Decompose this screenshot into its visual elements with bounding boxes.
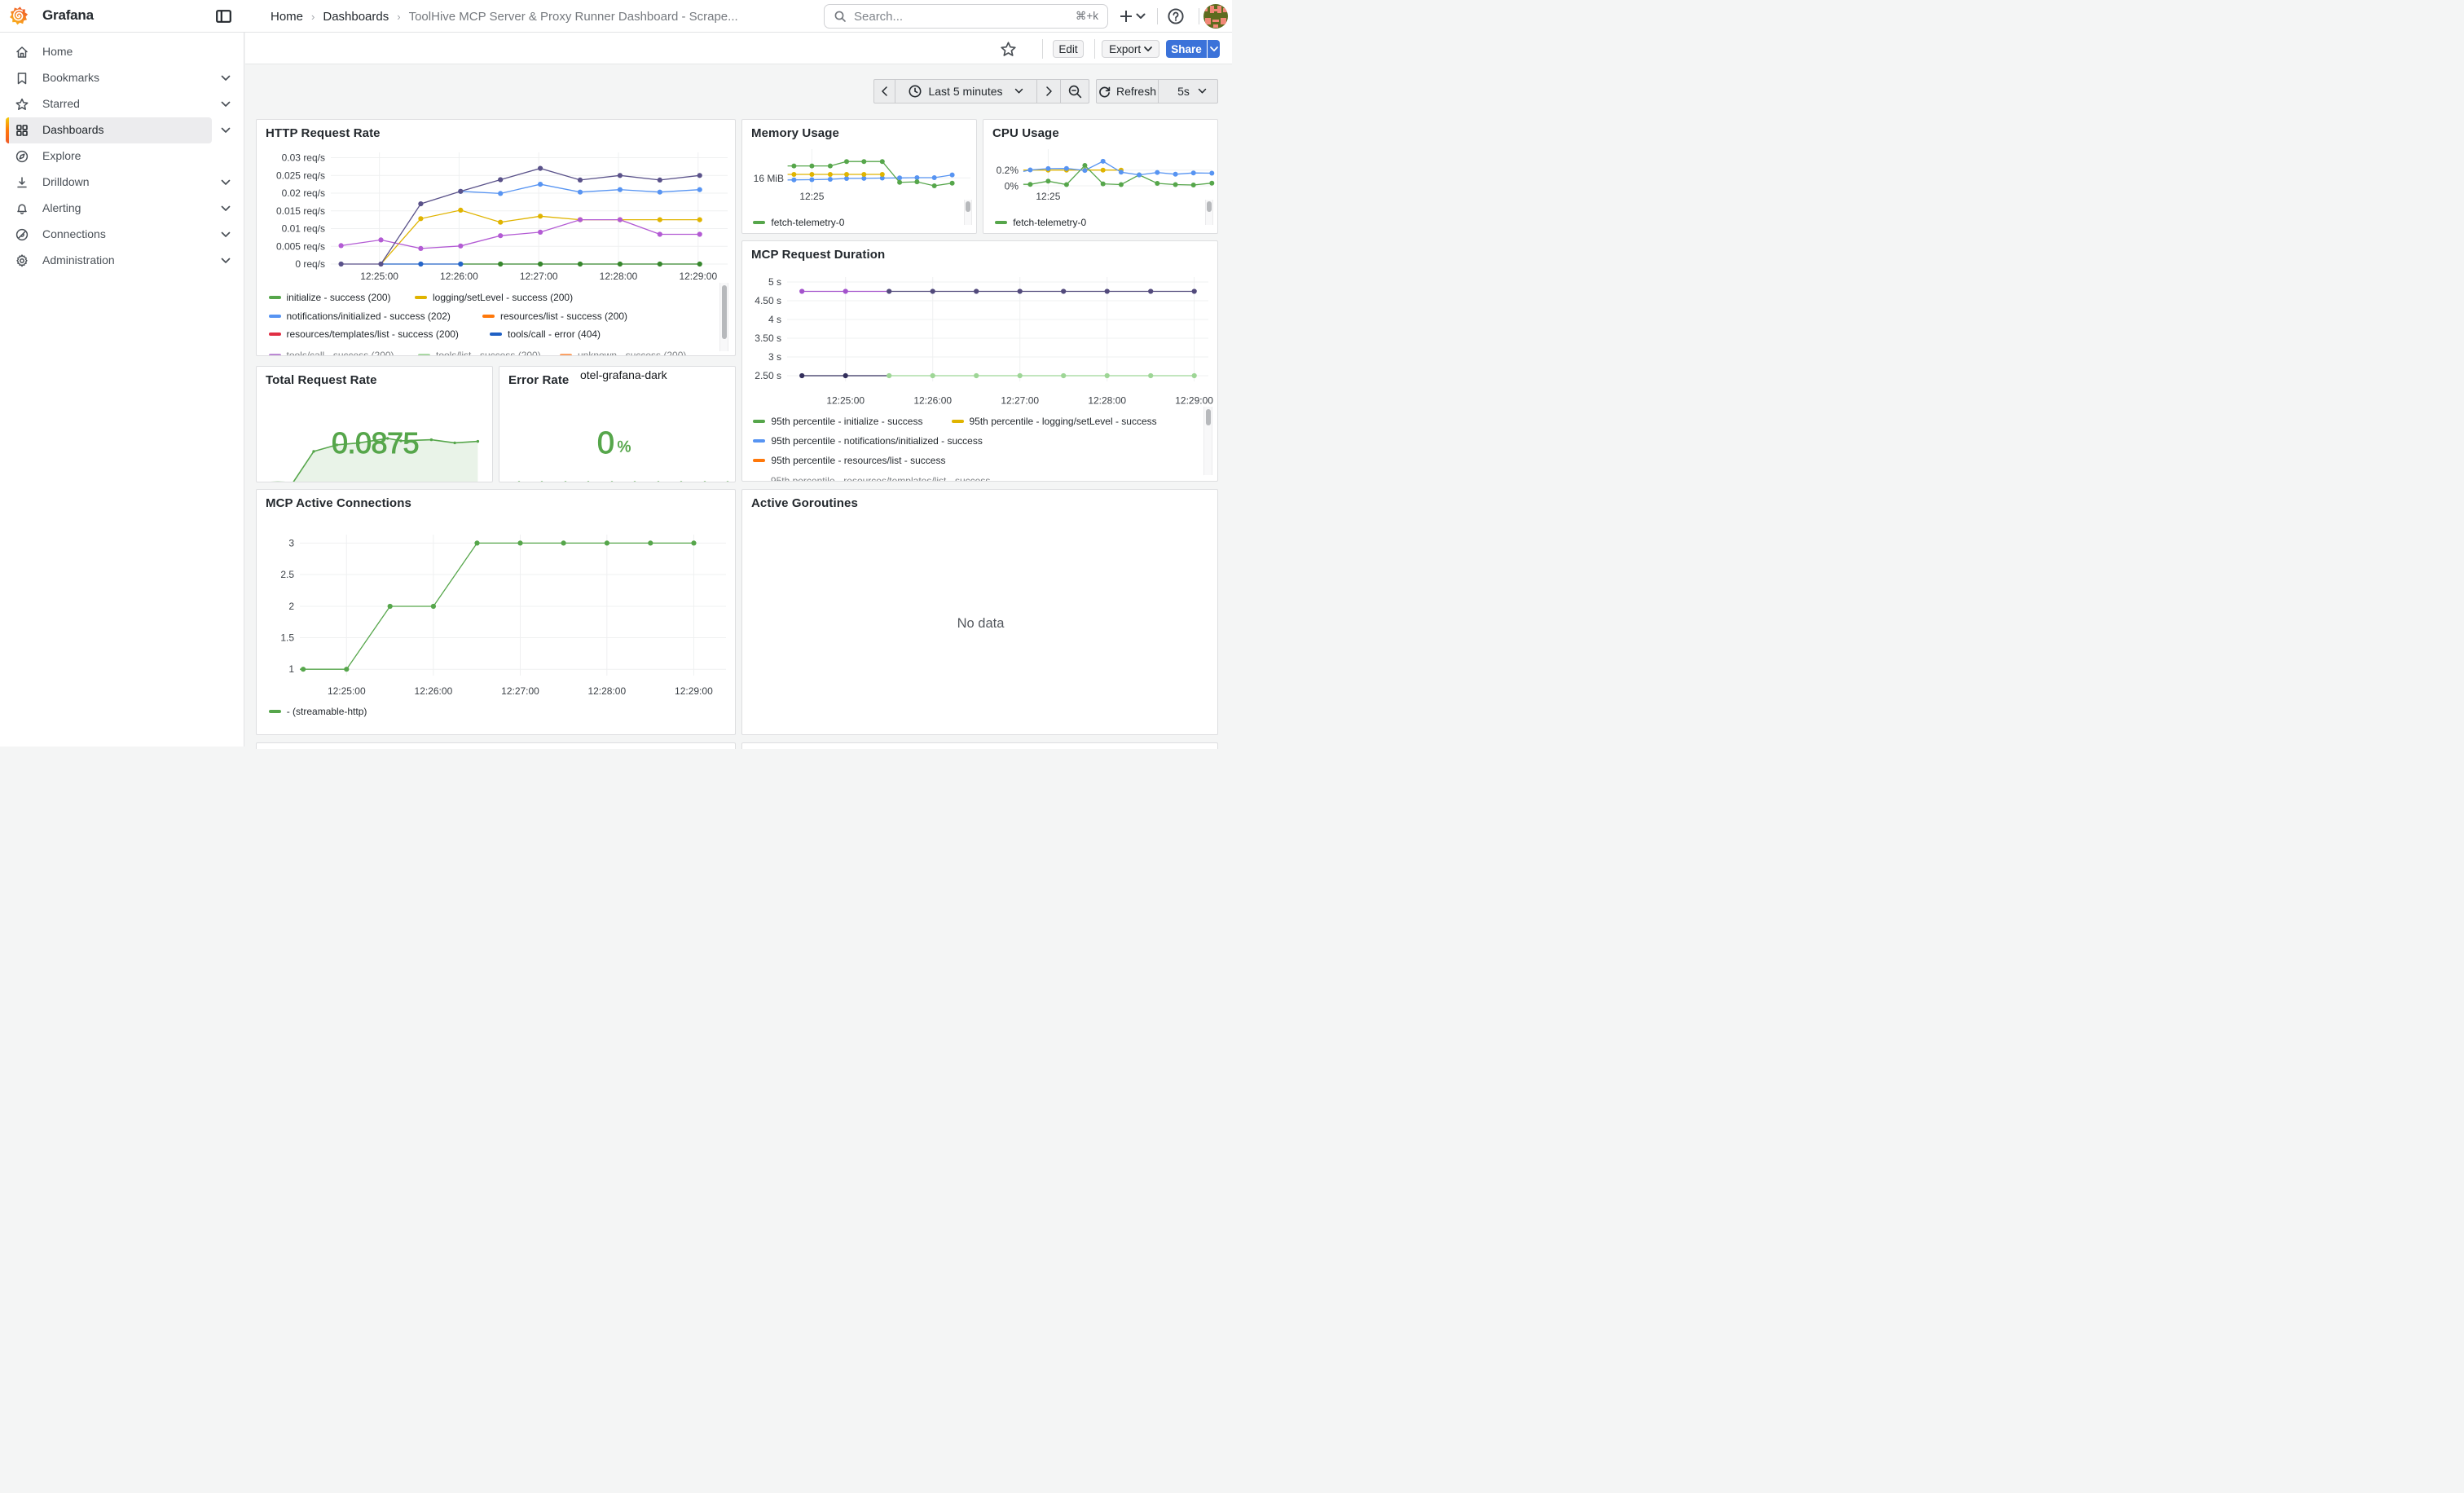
svg-text:12:25:00: 12:25:00 bbox=[826, 395, 865, 407]
svg-text:12:27:00: 12:27:00 bbox=[1001, 395, 1039, 407]
svg-text:2.5: 2.5 bbox=[280, 569, 294, 580]
svg-text:0%: 0% bbox=[1005, 181, 1019, 192]
svg-text:12:29:00: 12:29:00 bbox=[675, 685, 713, 697]
svg-text:4.50 s: 4.50 s bbox=[755, 295, 781, 306]
svg-text:%: % bbox=[618, 439, 631, 456]
svg-text:3 s: 3 s bbox=[768, 351, 781, 363]
svg-text:5 s: 5 s bbox=[768, 276, 781, 288]
svg-text:12:25: 12:25 bbox=[1036, 191, 1060, 202]
svg-text:12:28:00: 12:28:00 bbox=[600, 271, 638, 282]
svg-text:0.2%: 0.2% bbox=[997, 165, 1019, 176]
svg-text:1.5: 1.5 bbox=[280, 632, 294, 644]
svg-text:1: 1 bbox=[288, 663, 294, 675]
svg-text:12:29:00: 12:29:00 bbox=[1175, 395, 1213, 407]
svg-text:0.02 req/s: 0.02 req/s bbox=[282, 187, 325, 199]
svg-text:3: 3 bbox=[288, 537, 294, 548]
svg-text:12:26:00: 12:26:00 bbox=[913, 395, 952, 407]
svg-text:12:27:00: 12:27:00 bbox=[501, 685, 539, 697]
svg-text:12:29:00: 12:29:00 bbox=[679, 271, 717, 282]
svg-text:0.03 req/s: 0.03 req/s bbox=[282, 152, 325, 164]
svg-text:3.50 s: 3.50 s bbox=[755, 333, 781, 344]
svg-text:12:26:00: 12:26:00 bbox=[415, 685, 453, 697]
svg-text:12:25:00: 12:25:00 bbox=[360, 271, 398, 282]
svg-text:0.005 req/s: 0.005 req/s bbox=[276, 240, 325, 252]
svg-text:2.50 s: 2.50 s bbox=[755, 370, 781, 381]
svg-text:16 MiB: 16 MiB bbox=[754, 173, 784, 184]
svg-text:12:28:00: 12:28:00 bbox=[587, 685, 626, 697]
svg-text:12:25: 12:25 bbox=[799, 191, 824, 202]
svg-text:0.0875: 0.0875 bbox=[332, 426, 419, 460]
svg-text:12:28:00: 12:28:00 bbox=[1088, 395, 1126, 407]
svg-text:12:25:00: 12:25:00 bbox=[328, 685, 366, 697]
svg-text:0.01 req/s: 0.01 req/s bbox=[282, 223, 325, 235]
svg-text:12:27:00: 12:27:00 bbox=[520, 271, 558, 282]
svg-text:12:26:00: 12:26:00 bbox=[440, 271, 478, 282]
svg-text:0.015 req/s: 0.015 req/s bbox=[276, 205, 325, 217]
svg-text:0: 0 bbox=[597, 426, 614, 460]
svg-text:2: 2 bbox=[288, 601, 294, 612]
svg-text:4 s: 4 s bbox=[768, 314, 781, 325]
svg-text:0 req/s: 0 req/s bbox=[295, 258, 325, 270]
svg-text:0.025 req/s: 0.025 req/s bbox=[276, 170, 325, 181]
